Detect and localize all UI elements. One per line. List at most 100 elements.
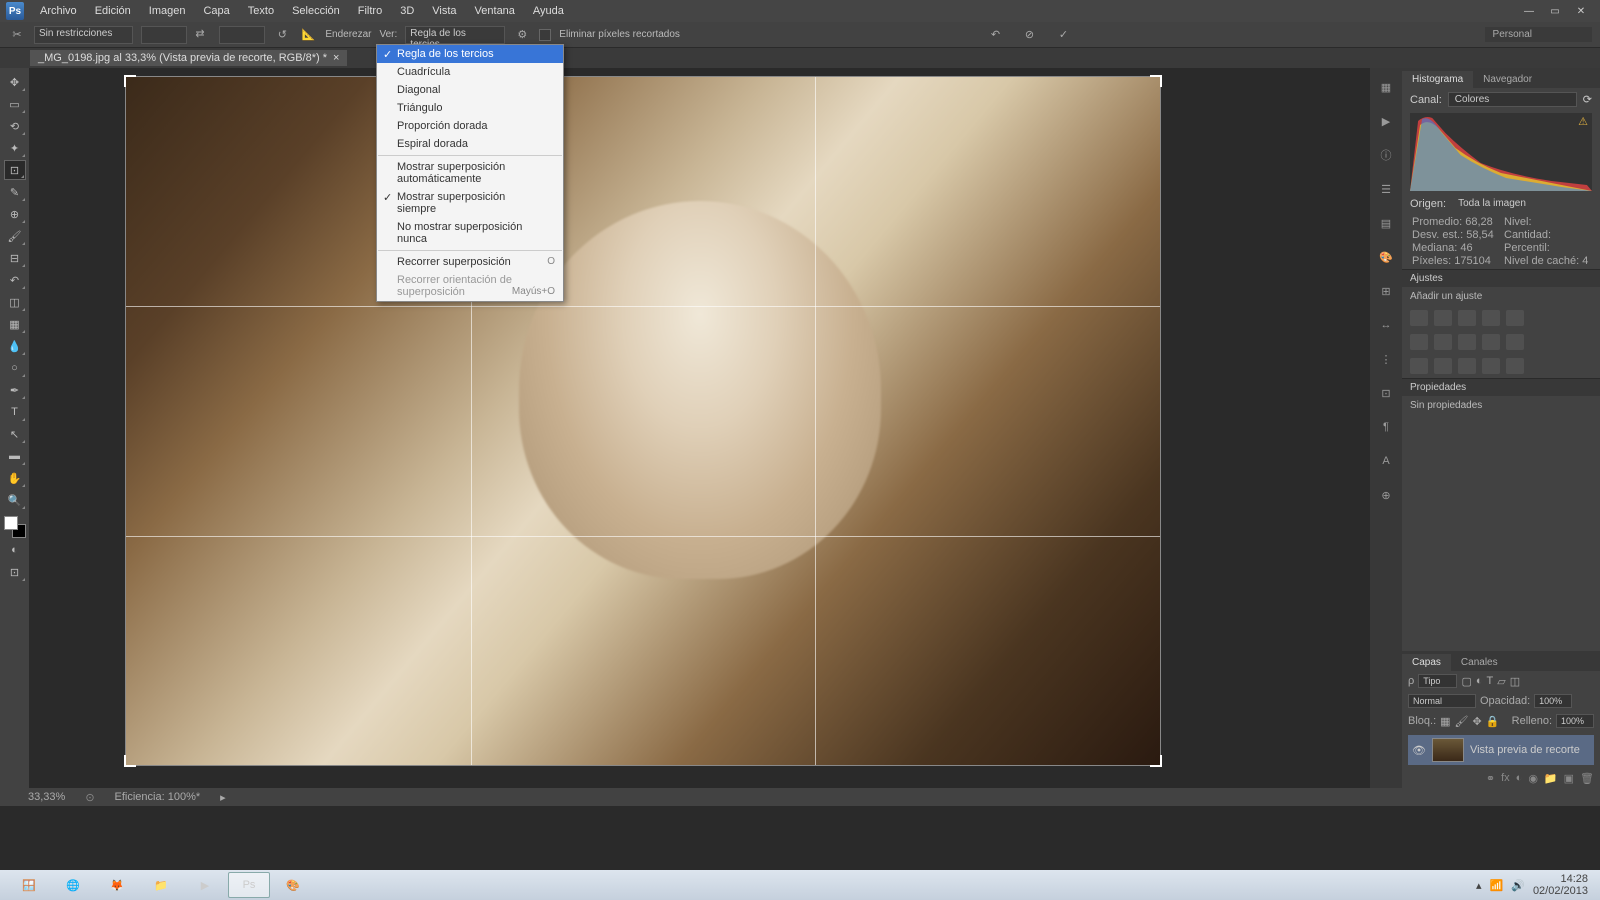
kind-filter-icon[interactable]: ρ — [1408, 675, 1414, 687]
filter-smart-icon[interactable]: ◫ — [1510, 675, 1520, 688]
adj-hue-icon[interactable] — [1410, 334, 1428, 350]
layer-thumbnail[interactable] — [1432, 738, 1464, 762]
lock-paint-icon[interactable]: 🖌 — [1455, 715, 1469, 728]
document-tab[interactable]: _MG_0198.jpg al 33,3% (Vista previa de r… — [30, 50, 347, 66]
shape-tool[interactable]: ▬ — [4, 446, 26, 466]
zoom-readout[interactable]: 33,33% — [28, 791, 65, 803]
volume-icon[interactable]: 🔊 — [1511, 879, 1525, 892]
tab-navegador[interactable]: Navegador — [1473, 71, 1542, 88]
panel-icon-3[interactable]: ⓘ — [1375, 144, 1397, 166]
adj-levels-icon[interactable] — [1434, 310, 1452, 326]
crop-handle-tr[interactable] — [1150, 75, 1162, 87]
kind-select[interactable]: Tipo — [1418, 674, 1457, 688]
straighten-icon[interactable]: 📐 — [299, 26, 317, 44]
adj-invert-icon[interactable] — [1410, 358, 1428, 374]
eraser-tool[interactable]: ◫ — [4, 292, 26, 312]
panel-icon-5[interactable]: ▤ — [1375, 212, 1397, 234]
dd-espiral-dorada[interactable]: Espiral dorada — [377, 135, 563, 153]
height-input[interactable] — [219, 26, 265, 44]
menu-ayuda[interactable]: Ayuda — [525, 2, 572, 20]
dd-triangulo[interactable]: Triángulo — [377, 99, 563, 117]
ajustes-header[interactable]: Ajustes — [1402, 269, 1600, 287]
panel-icon-4[interactable]: ☰ — [1375, 178, 1397, 200]
document-canvas[interactable] — [125, 76, 1161, 766]
marquee-tool[interactable]: ▭ — [4, 94, 26, 114]
adj-gradmap-icon[interactable] — [1482, 358, 1500, 374]
swap-icon[interactable]: ⇄ — [195, 27, 211, 43]
network-icon[interactable]: 📶 — [1490, 879, 1504, 892]
clock[interactable]: 14:2802/02/2013 — [1533, 873, 1592, 897]
panel-icon-7[interactable]: ⊞ — [1375, 280, 1397, 302]
dd-diagonal[interactable]: Diagonal — [377, 81, 563, 99]
brush-tool[interactable]: 🖌 — [4, 226, 26, 246]
pen-tool[interactable]: ✒ — [4, 380, 26, 400]
wmp-icon[interactable]: ▶ — [184, 872, 226, 898]
adj-selcolor-icon[interactable] — [1506, 358, 1524, 374]
dd-prop-dorada[interactable]: Proporción dorada — [377, 117, 563, 135]
filter-img-icon[interactable]: ▢ — [1461, 675, 1471, 688]
new-layer-icon[interactable]: ▣ — [1564, 772, 1574, 785]
panel-icon-1[interactable]: ▦ — [1375, 76, 1397, 98]
menu-3d[interactable]: 3D — [392, 2, 422, 20]
menu-filtro[interactable]: Filtro — [350, 2, 390, 20]
dodge-tool[interactable]: ○ — [4, 358, 26, 378]
crop-tool[interactable]: ⊡ — [4, 160, 26, 180]
visibility-icon[interactable]: 👁 — [1412, 744, 1426, 757]
filter-type-icon[interactable]: T — [1487, 675, 1494, 687]
crop-tool-icon[interactable]: ✂ — [8, 26, 26, 44]
dd-never-overlay[interactable]: No mostrar superposición nunca — [377, 218, 563, 248]
filter-adj-icon[interactable]: ◐ — [1476, 675, 1483, 687]
link-layers-icon[interactable]: ⚭ — [1486, 772, 1495, 785]
paint-icon[interactable]: 🎨 — [272, 872, 314, 898]
zoom-tool[interactable]: 🔍 — [4, 490, 26, 510]
quickmask-tool[interactable]: ◐ — [4, 540, 26, 560]
adj-exposure-icon[interactable] — [1482, 310, 1500, 326]
layer-row[interactable]: 👁 Vista previa de recorte — [1408, 735, 1594, 765]
heal-tool[interactable]: ⊕ — [4, 204, 26, 224]
crop-handle-tl[interactable] — [124, 75, 136, 87]
refresh-icon[interactable]: ⟳ — [1583, 93, 1592, 106]
adj-photo-icon[interactable] — [1458, 334, 1476, 350]
menu-ventana[interactable]: Ventana — [467, 2, 523, 20]
eyedropper-tool[interactable]: ✎ — [4, 182, 26, 202]
dd-regla-tercios[interactable]: Regla de los tercios — [377, 45, 563, 63]
menu-texto[interactable]: Texto — [240, 2, 282, 20]
firefox-icon[interactable]: 🦊 — [96, 872, 138, 898]
panel-icon-13[interactable]: ⊕ — [1375, 484, 1397, 506]
canvas-area[interactable] — [29, 68, 1370, 788]
cancel-crop-icon[interactable]: ⊘ — [1021, 26, 1039, 44]
adj-thresh-icon[interactable] — [1458, 358, 1476, 374]
blur-tool[interactable]: 💧 — [4, 336, 26, 356]
adj-curves-icon[interactable] — [1458, 310, 1476, 326]
hand-tool[interactable]: ✋ — [4, 468, 26, 488]
dd-auto-overlay[interactable]: Mostrar superposición automáticamente — [377, 158, 563, 188]
warning-icon[interactable]: ⚠ — [1578, 115, 1588, 128]
lock-trans-icon[interactable]: ▦ — [1440, 715, 1450, 728]
stamp-tool[interactable]: ⊟ — [4, 248, 26, 268]
canal-select[interactable]: Colores — [1448, 92, 1577, 107]
color-swatches[interactable] — [4, 516, 26, 538]
delete-pixels-check[interactable] — [539, 29, 551, 41]
lock-pos-icon[interactable]: ✥ — [1473, 715, 1482, 728]
adj-lookup-icon[interactable] — [1506, 334, 1524, 350]
move-tool[interactable]: ✥ — [4, 72, 26, 92]
gradient-tool[interactable]: ▦ — [4, 314, 26, 334]
fx-icon[interactable]: fx — [1501, 772, 1510, 785]
menu-imagen[interactable]: Imagen — [141, 2, 194, 20]
menu-edicion[interactable]: Edición — [87, 2, 139, 20]
wand-tool[interactable]: ✦ — [4, 138, 26, 158]
panel-icon-12[interactable]: A — [1375, 450, 1397, 472]
explorer-icon[interactable]: 📁 — [140, 872, 182, 898]
mask-icon[interactable]: ◐ — [1516, 772, 1523, 785]
trash-icon[interactable]: 🗑 — [1580, 772, 1594, 785]
menu-capa[interactable]: Capa — [195, 2, 237, 20]
adj-mixer-icon[interactable] — [1482, 334, 1500, 350]
dd-cuadricula[interactable]: Cuadrícula — [377, 63, 563, 81]
reset-icon[interactable]: ↶ — [987, 26, 1005, 44]
crop-handle-bl[interactable] — [124, 755, 136, 767]
workspace-select[interactable]: Personal — [1485, 27, 1592, 42]
dd-always-overlay[interactable]: Mostrar superposición siempre — [377, 188, 563, 218]
history-brush-tool[interactable]: ↶ — [4, 270, 26, 290]
adj-bw-icon[interactable] — [1434, 334, 1452, 350]
menu-vista[interactable]: Vista — [424, 2, 464, 20]
